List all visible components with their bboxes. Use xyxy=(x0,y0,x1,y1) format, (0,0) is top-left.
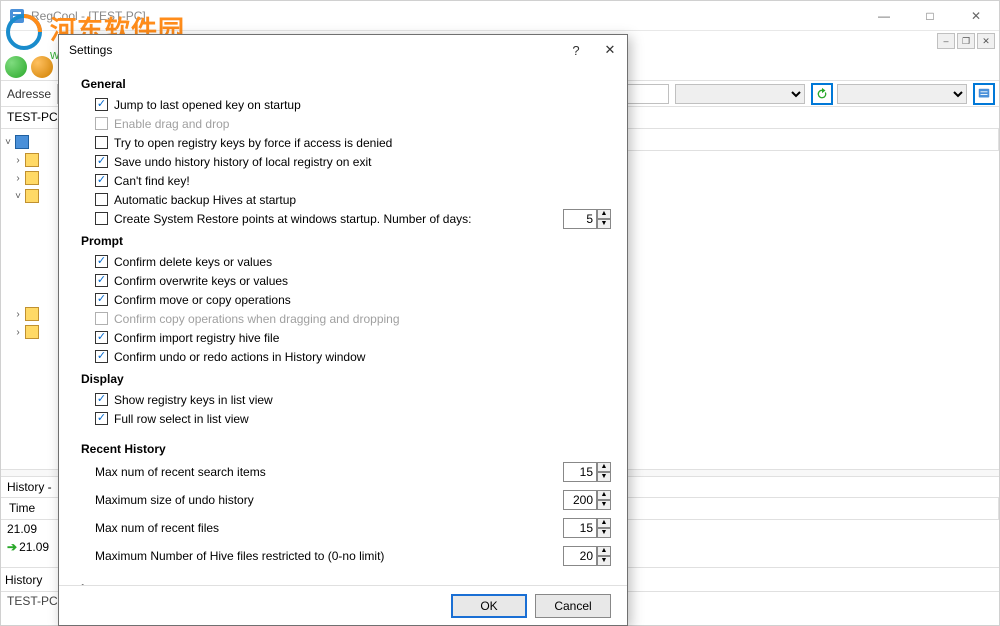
tree-item[interactable]: › xyxy=(3,151,56,169)
menu-item[interactable] xyxy=(7,35,10,49)
tree-root[interactable]: ˅ xyxy=(3,133,56,151)
hive-limit-spinner[interactable]: ▲▼ xyxy=(563,546,611,566)
opt-confirm-delete[interactable]: Confirm delete keys or values xyxy=(95,252,611,271)
spin-up-icon[interactable]: ▲ xyxy=(597,546,611,556)
opt-auto-backup[interactable]: Automatic backup Hives at startup xyxy=(95,190,611,209)
spin-up-icon[interactable]: ▲ xyxy=(597,490,611,500)
search-button[interactable] xyxy=(973,83,995,105)
section-prompt: Prompt xyxy=(81,234,611,248)
toolbar-forward-button[interactable] xyxy=(31,56,53,78)
path-root: TEST-PC xyxy=(7,110,58,124)
checkbox-icon[interactable] xyxy=(95,412,108,425)
minimize-button[interactable]: — xyxy=(861,1,907,31)
refresh-button[interactable] xyxy=(811,83,833,105)
opt-recent-files: Max num of recent files ▲▼ xyxy=(95,516,611,540)
spin-down-icon[interactable]: ▼ xyxy=(597,528,611,538)
checkbox-icon[interactable] xyxy=(95,155,108,168)
checkbox-icon[interactable] xyxy=(95,98,108,111)
section-general: General xyxy=(81,77,611,91)
spin-down-icon[interactable]: ▼ xyxy=(597,219,611,229)
spin-down-icon[interactable]: ▼ xyxy=(597,500,611,510)
mdi-minimize-button[interactable]: – xyxy=(937,33,955,49)
opt-cant-find[interactable]: Can't find key! xyxy=(95,171,611,190)
opt-save-undo[interactable]: Save undo history history of local regis… xyxy=(95,152,611,171)
tree-item[interactable]: › xyxy=(3,169,56,187)
checkbox-icon[interactable] xyxy=(95,350,108,363)
ok-button[interactable]: OK xyxy=(451,594,527,618)
toolbar-back-button[interactable] xyxy=(5,56,27,78)
mdi-close-button[interactable]: ✕ xyxy=(977,33,995,49)
maximize-button[interactable]: □ xyxy=(907,1,953,31)
checkbox-icon[interactable] xyxy=(95,255,108,268)
opt-confirm-move[interactable]: Confirm move or copy operations xyxy=(95,290,611,309)
checkbox-icon xyxy=(95,312,108,325)
checkbox-icon[interactable] xyxy=(95,174,108,187)
window-title: RegCool - [TEST-PC] xyxy=(31,9,861,23)
checkbox-icon[interactable] xyxy=(95,293,108,306)
dialog-buttons: OK Cancel xyxy=(59,585,627,625)
refresh-icon xyxy=(815,87,829,101)
checkbox-icon[interactable] xyxy=(95,331,108,344)
address-select-2[interactable] xyxy=(837,84,967,104)
dialog-title: Settings xyxy=(69,43,559,57)
tree-item[interactable]: › xyxy=(3,323,56,341)
opt-confirm-import[interactable]: Confirm import registry hive file xyxy=(95,328,611,347)
tree-item[interactable]: ˅ xyxy=(3,187,56,205)
mdi-restore-button[interactable]: ❐ xyxy=(957,33,975,49)
settings-dialog: Settings ? ✕ General Jump to last opened… xyxy=(58,34,628,626)
checkbox-icon[interactable] xyxy=(95,393,108,406)
spin-up-icon[interactable]: ▲ xyxy=(597,462,611,472)
opt-undo-size: Maximum size of undo history ▲▼ xyxy=(95,488,611,512)
restore-days-input[interactable] xyxy=(563,209,597,229)
close-button[interactable]: ✕ xyxy=(953,1,999,31)
opt-full-row-select[interactable]: Full row select in list view xyxy=(95,409,611,428)
mdi-controls: – ❐ ✕ xyxy=(937,33,995,49)
checkbox-icon[interactable] xyxy=(95,274,108,287)
dialog-body: General Jump to last opened key on start… xyxy=(59,65,627,585)
undo-size-spinner[interactable]: ▲▼ xyxy=(563,490,611,510)
restore-days-spinner[interactable]: ▲▼ xyxy=(563,209,611,229)
cancel-button[interactable]: Cancel xyxy=(535,594,611,618)
opt-hive-limit: Maximum Number of Hive files restricted … xyxy=(95,544,611,568)
section-display: Display xyxy=(81,372,611,386)
spin-down-icon[interactable]: ▼ xyxy=(597,556,611,566)
address-label: Adresse xyxy=(1,87,57,101)
opt-recent-search: Max num of recent search items ▲▼ xyxy=(95,460,611,484)
history-col-time[interactable]: Time xyxy=(1,498,59,519)
spin-down-icon[interactable]: ▼ xyxy=(597,472,611,482)
section-recent: Recent History xyxy=(81,442,611,456)
opt-enable-drag-drop: Enable drag and drop xyxy=(95,114,611,133)
search-icon xyxy=(977,87,991,101)
titlebar: RegCool - [TEST-PC] — □ ✕ xyxy=(1,1,999,31)
checkbox-icon[interactable] xyxy=(95,136,108,149)
tree-item[interactable]: › xyxy=(3,305,56,323)
checkbox-icon[interactable] xyxy=(95,193,108,206)
recent-search-spinner[interactable]: ▲▼ xyxy=(563,462,611,482)
opt-confirm-overwrite[interactable]: Confirm overwrite keys or values xyxy=(95,271,611,290)
recent-files-spinner[interactable]: ▲▼ xyxy=(563,518,611,538)
spin-up-icon[interactable]: ▲ xyxy=(597,209,611,219)
dialog-close-button[interactable]: ✕ xyxy=(593,37,627,63)
opt-confirm-drag-copy: Confirm copy operations when dragging an… xyxy=(95,309,611,328)
opt-jump-last-key[interactable]: Jump to last opened key on startup xyxy=(95,95,611,114)
dialog-titlebar: Settings ? ✕ xyxy=(59,35,627,65)
address-select-1[interactable] xyxy=(675,84,805,104)
checkbox-icon xyxy=(95,117,108,130)
opt-confirm-undoredo[interactable]: Confirm undo or redo actions in History … xyxy=(95,347,611,366)
dialog-help-button[interactable]: ? xyxy=(559,37,593,63)
opt-restore-points[interactable]: Create System Restore points at windows … xyxy=(95,209,611,228)
app-icon xyxy=(9,8,25,24)
opt-force-open[interactable]: Try to open registry keys by force if ac… xyxy=(95,133,611,152)
tree-view[interactable]: ˅ › › ˅ › › xyxy=(1,129,59,469)
tab-history[interactable]: History xyxy=(5,573,42,587)
spin-up-icon[interactable]: ▲ xyxy=(597,518,611,528)
checkbox-icon[interactable] xyxy=(95,212,108,225)
opt-show-keys[interactable]: Show registry keys in list view xyxy=(95,390,611,409)
